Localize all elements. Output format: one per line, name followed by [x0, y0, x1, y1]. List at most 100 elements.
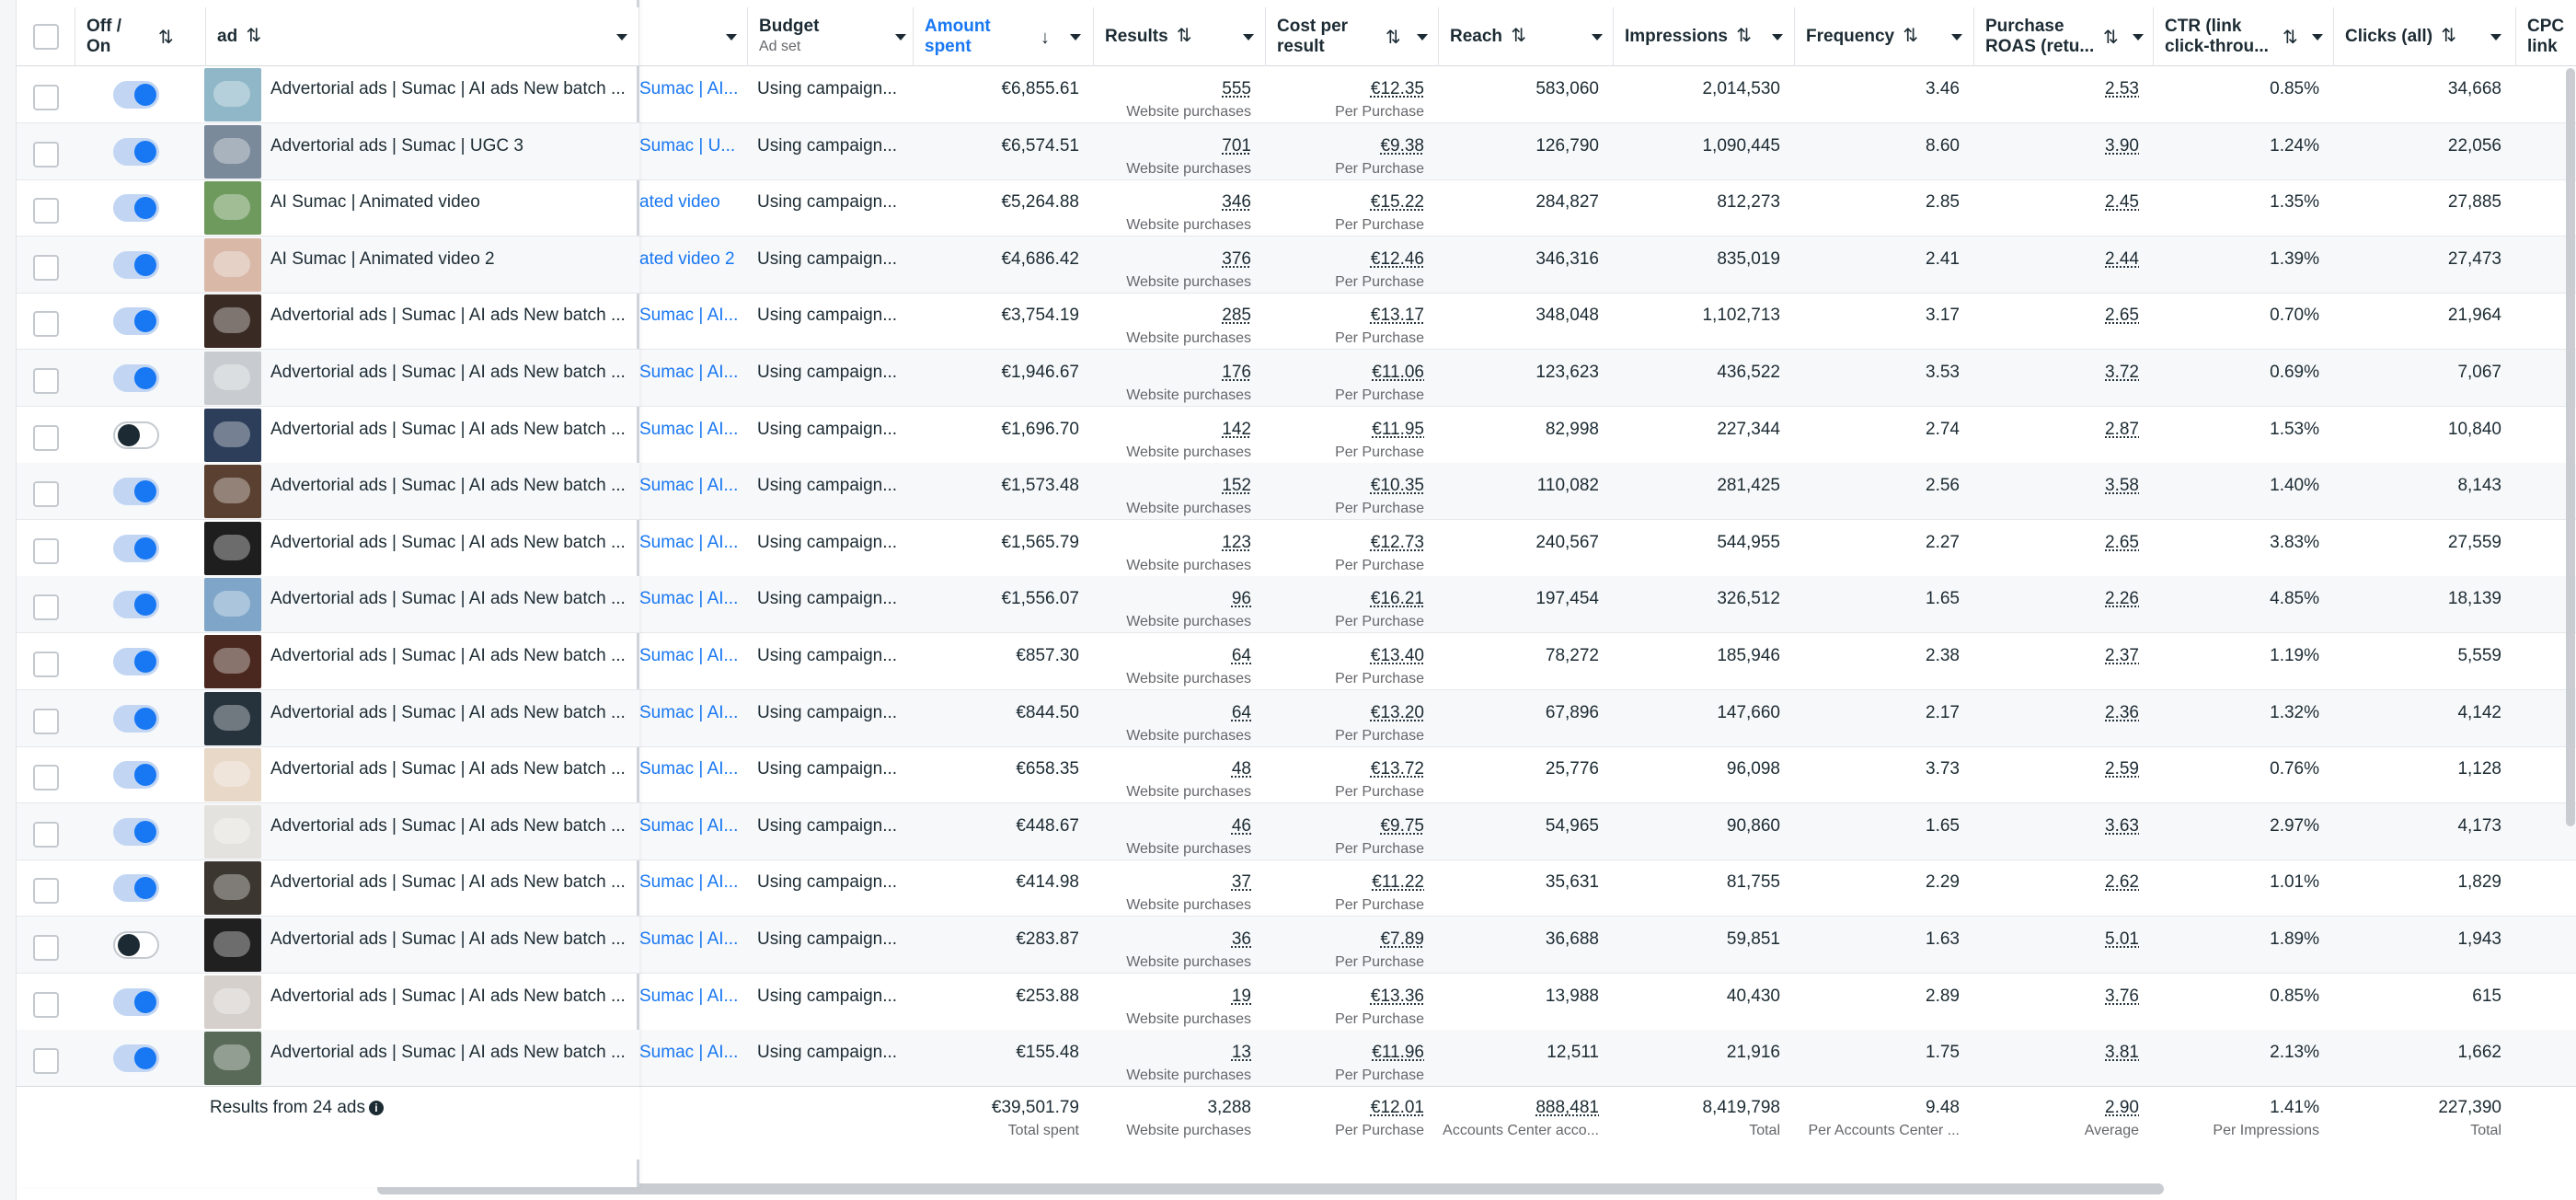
campaign-link[interactable]: Sumac | AI... [639, 350, 748, 407]
table-row[interactable]: Sumac | AI... Using campaign... €658.35 48 W… [639, 746, 2576, 803]
row-checkbox[interactable] [33, 538, 59, 564]
header-budget[interactable]: Budget Ad set [748, 7, 914, 66]
delivery-toggle[interactable] [113, 818, 159, 846]
table-row[interactable]: Sumac | AI... Using campaign... €253.88 19 W… [639, 974, 2576, 1031]
table-row[interactable]: Sumac | AI... Using campaign... €1,696.70 1… [639, 407, 2576, 464]
caret-down-icon[interactable] [2133, 34, 2144, 40]
ad-name[interactable]: Advertorial ads | Sumac | AI ads New bat… [270, 350, 634, 407]
caret-down-icon[interactable] [2312, 34, 2323, 40]
sort-arrows-icon[interactable]: ⇅ [1903, 26, 1918, 46]
table-row[interactable]: AI Sumac | Animated video [17, 179, 639, 237]
caret-down-icon[interactable] [1772, 34, 1783, 40]
delivery-toggle[interactable] [113, 138, 159, 166]
delivery-toggle[interactable] [113, 988, 159, 1016]
header-cpc[interactable]: CPC link [2516, 7, 2576, 66]
ad-name[interactable]: Advertorial ads | Sumac | AI ads New bat… [270, 407, 634, 464]
sort-arrows-icon[interactable]: ⇅ [2441, 26, 2456, 46]
table-row[interactable]: Advertorial ads | Sumac | AI ads New bat… [17, 293, 639, 350]
sort-arrows-icon[interactable]: ⇅ [246, 26, 261, 46]
ad-name[interactable]: Advertorial ads | Sumac | AI ads New bat… [270, 463, 634, 520]
table-row[interactable]: Advertorial ads | Sumac | AI ads New bat… [17, 66, 639, 123]
ad-thumbnail[interactable] [204, 125, 261, 179]
ad-name[interactable]: AI Sumac | Animated video 2 [270, 237, 634, 294]
row-checkbox[interactable] [33, 425, 59, 451]
campaign-link[interactable]: Sumac | AI... [639, 974, 748, 1031]
header-cost-per-result[interactable]: Cost per result ⇅ [1266, 7, 1439, 66]
table-row[interactable]: Sumac | AI... Using campaign... €414.98 37 W… [639, 860, 2576, 917]
campaign-link[interactable]: Sumac | AI... [639, 633, 748, 690]
table-row[interactable]: Advertorial ads | Sumac | AI ads New bat… [17, 463, 639, 520]
sort-arrows-icon[interactable]: ⇅ [158, 28, 174, 48]
table-row[interactable]: Advertorial ads | Sumac | UGC 3 [17, 123, 639, 180]
delivery-toggle[interactable] [113, 535, 159, 562]
caret-down-icon[interactable] [895, 34, 906, 40]
delivery-toggle[interactable] [113, 591, 159, 618]
delivery-toggle[interactable] [113, 648, 159, 675]
table-row[interactable]: Advertorial ads | Sumac | AI ads New bat… [17, 1030, 639, 1087]
ad-thumbnail[interactable] [204, 294, 261, 348]
info-icon[interactable]: i [368, 1101, 384, 1115]
table-row[interactable]: Advertorial ads | Sumac | AI ads New bat… [17, 860, 639, 917]
ad-thumbnail[interactable] [204, 465, 261, 518]
header-toggle[interactable]: Off / On ⇅ [75, 7, 206, 66]
table-row[interactable]: Sumac | AI... Using campaign... €1,573.48 1… [639, 463, 2576, 520]
delivery-toggle[interactable] [113, 761, 159, 789]
table-row[interactable]: Advertorial ads | Sumac | AI ads New bat… [17, 350, 639, 407]
table-row[interactable]: Sumac | AI... Using campaign... €283.87 36 W… [639, 917, 2576, 974]
ad-name[interactable]: Advertorial ads | Sumac | AI ads New bat… [270, 860, 634, 917]
ad-thumbnail[interactable] [204, 238, 261, 292]
caret-down-icon[interactable] [1951, 34, 1962, 40]
delivery-toggle[interactable] [113, 421, 159, 449]
campaign-link[interactable]: ated video 2 [639, 237, 748, 294]
delivery-toggle[interactable] [113, 1044, 159, 1072]
ad-thumbnail[interactable] [204, 805, 261, 859]
header-ctr[interactable]: CTR (link click-throu... ⇅ [2154, 7, 2334, 66]
row-checkbox[interactable] [33, 311, 59, 337]
table-row[interactable]: Advertorial ads | Sumac | AI ads New bat… [17, 520, 639, 577]
ad-name[interactable]: Advertorial ads | Sumac | AI ads New bat… [270, 690, 634, 747]
table-row[interactable]: Advertorial ads | Sumac | AI ads New bat… [17, 803, 639, 860]
horizontal-scrollbar[interactable] [377, 1183, 2164, 1194]
header-ad[interactable]: ad ⇅ [206, 7, 639, 66]
campaign-link[interactable]: Sumac | AI... [639, 576, 748, 633]
row-checkbox[interactable] [33, 652, 59, 677]
campaign-link[interactable]: Sumac | AI... [639, 1030, 748, 1087]
caret-down-icon[interactable] [1592, 34, 1603, 40]
table-row[interactable]: Sumac | AI... Using campaign... €1,565.79 1… [639, 520, 2576, 577]
ad-thumbnail[interactable] [204, 861, 261, 915]
ad-name[interactable]: AI Sumac | Animated video [270, 179, 634, 237]
table-row[interactable]: Advertorial ads | Sumac | AI ads New bat… [17, 576, 639, 633]
campaign-link[interactable]: Sumac | AI... [639, 293, 748, 350]
ad-thumbnail[interactable] [204, 975, 261, 1029]
row-checkbox[interactable] [33, 594, 59, 620]
row-checkbox[interactable] [33, 822, 59, 848]
ad-thumbnail[interactable] [204, 68, 261, 121]
campaign-link[interactable]: Sumac | AI... [639, 803, 748, 860]
header-clicks-all[interactable]: Clicks (all) ⇅ [2334, 7, 2516, 66]
table-row[interactable]: Sumac | U... Using campaign... €6,574.51 70… [639, 123, 2576, 180]
table-row[interactable]: ated video Using campaign... €5,264.88 346 W… [639, 179, 2576, 237]
campaign-link[interactable]: Sumac | AI... [639, 690, 748, 747]
campaign-link[interactable]: Sumac | AI... [639, 66, 748, 123]
ad-thumbnail[interactable] [204, 522, 261, 575]
sort-arrows-icon[interactable]: ⇅ [1736, 26, 1752, 46]
row-checkbox[interactable] [33, 142, 59, 167]
table-row[interactable]: Sumac | AI... Using campaign... €3,754.19 2… [639, 293, 2576, 350]
ad-thumbnail[interactable] [204, 352, 261, 405]
table-row[interactable]: Sumac | AI... Using campaign... €844.50 64 W… [639, 690, 2576, 747]
caret-down-icon[interactable] [1417, 34, 1428, 40]
table-row[interactable]: ated video 2 Using campaign... €4,686.42 37… [639, 237, 2576, 294]
ad-name[interactable]: Advertorial ads | Sumac | AI ads New bat… [270, 917, 634, 974]
table-row[interactable]: AI Sumac | Animated video 2 [17, 237, 639, 294]
ad-thumbnail[interactable] [204, 918, 261, 972]
sort-arrows-icon[interactable]: ⇅ [1386, 28, 1401, 48]
ad-name[interactable]: Advertorial ads | Sumac | AI ads New bat… [270, 746, 634, 803]
sort-arrows-icon[interactable]: ⇅ [1177, 26, 1192, 46]
row-checkbox[interactable] [33, 878, 59, 904]
ad-name[interactable]: Advertorial ads | Sumac | AI ads New bat… [270, 974, 634, 1031]
table-row[interactable]: Advertorial ads | Sumac | AI ads New bat… [17, 746, 639, 803]
ad-name[interactable]: Advertorial ads | Sumac | AI ads New bat… [270, 633, 634, 690]
campaign-link[interactable]: Sumac | AI... [639, 520, 748, 577]
sort-arrows-icon[interactable]: ⇅ [1511, 26, 1526, 46]
ad-name[interactable]: Advertorial ads | Sumac | AI ads New bat… [270, 293, 634, 350]
